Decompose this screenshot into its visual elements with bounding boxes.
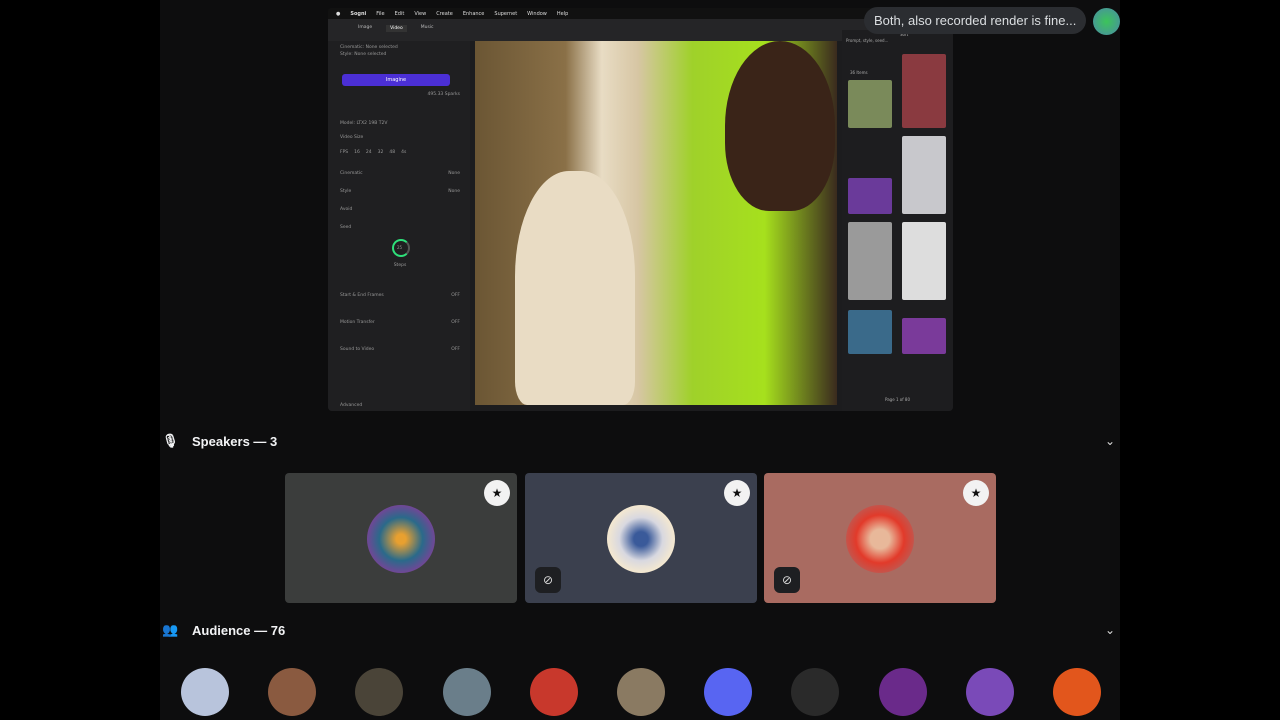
tab-music: Music bbox=[420, 25, 434, 30]
section-value: None bbox=[448, 171, 460, 176]
moderator-shield-icon: ★ bbox=[724, 480, 750, 506]
steps-dial: 25 bbox=[392, 239, 410, 257]
pagination: Page 1 of 80 bbox=[885, 397, 910, 402]
menu-file: File bbox=[376, 10, 385, 17]
muted-microphone-icon: ⊘ bbox=[774, 567, 800, 593]
audience-avatar[interactable] bbox=[878, 668, 927, 716]
cinematic-line: Cinematic: None selected bbox=[340, 45, 398, 50]
section-seed: Seed bbox=[340, 225, 460, 230]
style-line: Style: None selected bbox=[340, 52, 387, 57]
duration: 4s bbox=[401, 150, 407, 155]
model-label: Model: LTX2 19B T2V bbox=[340, 121, 388, 126]
generation-panel: Cinematic: None selected Style: None sel… bbox=[328, 41, 470, 411]
menu-create: Create bbox=[436, 10, 453, 17]
chat-bubble: Both, also recorded render is fine... bbox=[864, 7, 1087, 34]
menu-help: Help bbox=[556, 10, 569, 17]
tab-image: Image bbox=[358, 25, 373, 30]
audience-avatar[interactable] bbox=[442, 668, 491, 716]
fps-option: 24 bbox=[365, 150, 372, 155]
chat-avatar[interactable] bbox=[1093, 8, 1120, 35]
toggle-value: OFF bbox=[451, 347, 460, 352]
speaker-tile[interactable]: ★ ⊘ bbox=[525, 473, 757, 603]
section-label: Style bbox=[340, 189, 352, 194]
speakers-header[interactable]: 🎙 Speakers — 3 bbox=[162, 433, 277, 449]
chevron-down-icon[interactable]: ⌄ bbox=[1105, 623, 1115, 637]
menu-view: View bbox=[414, 10, 427, 17]
menu-app: Sogni bbox=[350, 10, 367, 17]
section-label: Avoid bbox=[340, 207, 353, 212]
section-style: Style None bbox=[340, 189, 460, 194]
toggle-label: Sound to Video bbox=[340, 347, 375, 352]
people-icon: 👥 bbox=[162, 622, 179, 637]
audience-avatar[interactable] bbox=[965, 668, 1014, 716]
fps-row: FPS 16 24 32 48 4s bbox=[340, 150, 460, 155]
section-label: Seed bbox=[340, 225, 352, 230]
gallery-panel: Prompt, style, seed... Sort 36 Items Pag… bbox=[842, 30, 953, 411]
steps-value: 25 bbox=[397, 245, 403, 250]
menu-window: Window bbox=[527, 10, 547, 17]
mac-menubar: ● Sogni File Edit View Create Enhance Su… bbox=[328, 8, 953, 19]
section-value: None bbox=[448, 189, 460, 194]
advanced: Advanced bbox=[340, 403, 363, 408]
tab-video: Video bbox=[386, 25, 407, 32]
toggle-row: Sound to Video OFF bbox=[340, 347, 460, 352]
toggle-value: OFF bbox=[451, 293, 460, 298]
imagine-label: Imagine bbox=[385, 77, 407, 83]
sparks: 495.33 Sparks bbox=[427, 92, 460, 97]
microphone-icon: 🎙 bbox=[162, 433, 179, 448]
speaker-tile[interactable]: ★ bbox=[285, 473, 517, 603]
avatar bbox=[607, 505, 675, 573]
apple-icon: ● bbox=[336, 10, 341, 17]
gallery-thumb bbox=[902, 136, 946, 214]
fps-option: 16 bbox=[354, 150, 360, 155]
gallery-thumb bbox=[848, 310, 892, 354]
toggle-value: OFF bbox=[451, 320, 460, 325]
section-label: Cinematic bbox=[340, 171, 363, 176]
audience-avatar[interactable] bbox=[268, 668, 317, 716]
avatar bbox=[367, 505, 435, 573]
fps-label: FPS bbox=[340, 150, 349, 155]
steps-label: Steps bbox=[393, 263, 407, 268]
imagine-button: Imagine bbox=[342, 74, 450, 86]
toggle-row: Motion Transfer OFF bbox=[340, 320, 460, 325]
audience-header[interactable]: 👥 Audience — 76 bbox=[162, 622, 285, 638]
gallery-thumb bbox=[902, 318, 946, 354]
section-cinematic: Cinematic None bbox=[340, 171, 460, 176]
speaker-tile[interactable]: ★ ⊘ bbox=[764, 473, 996, 603]
dog-figure bbox=[515, 171, 635, 405]
moderator-shield-icon: ★ bbox=[963, 480, 989, 506]
chat-bubble-text: Both, also recorded render is fine... bbox=[874, 13, 1077, 28]
gallery-thumb bbox=[902, 222, 946, 300]
gallery-thumb bbox=[848, 222, 892, 300]
gallery-thumb bbox=[848, 80, 892, 128]
fps-option: 32 bbox=[377, 150, 384, 155]
generated-image bbox=[475, 41, 837, 405]
items-count: 36 Items bbox=[850, 70, 868, 75]
audience-label: Audience — 76 bbox=[192, 622, 286, 638]
moderator-shield-icon: ★ bbox=[484, 480, 510, 506]
avatar bbox=[846, 505, 914, 573]
toggle-label: Motion Transfer bbox=[340, 320, 375, 325]
audience-avatar[interactable] bbox=[617, 668, 665, 716]
gallery-thumb bbox=[902, 54, 946, 128]
toggle-label: Start & End Frames bbox=[340, 293, 384, 298]
fps-option: 48 bbox=[389, 150, 396, 155]
audience-avatar[interactable] bbox=[1053, 668, 1101, 716]
section-avoid: Avoid bbox=[340, 207, 460, 212]
muted-microphone-icon: ⊘ bbox=[535, 567, 561, 593]
audience-avatar[interactable] bbox=[529, 668, 578, 716]
audience-avatar[interactable] bbox=[704, 668, 753, 716]
audience-avatar[interactable] bbox=[181, 668, 229, 716]
menu-edit: Edit bbox=[394, 10, 405, 17]
video-size: Video Size bbox=[340, 135, 364, 140]
toggle-row: Start & End Frames OFF bbox=[340, 293, 460, 298]
menu-supernet: Supernet bbox=[494, 10, 518, 17]
chevron-down-icon[interactable]: ⌄ bbox=[1105, 434, 1115, 448]
gallery-search: Prompt, style, seed... bbox=[846, 38, 889, 43]
menu-enhance: Enhance bbox=[462, 10, 485, 17]
gallery-thumb bbox=[848, 178, 892, 214]
screen-share[interactable]: ● Sogni File Edit View Create Enhance Su… bbox=[328, 8, 953, 411]
woman-figure bbox=[725, 41, 835, 211]
speakers-label: Speakers — 3 bbox=[192, 433, 278, 449]
